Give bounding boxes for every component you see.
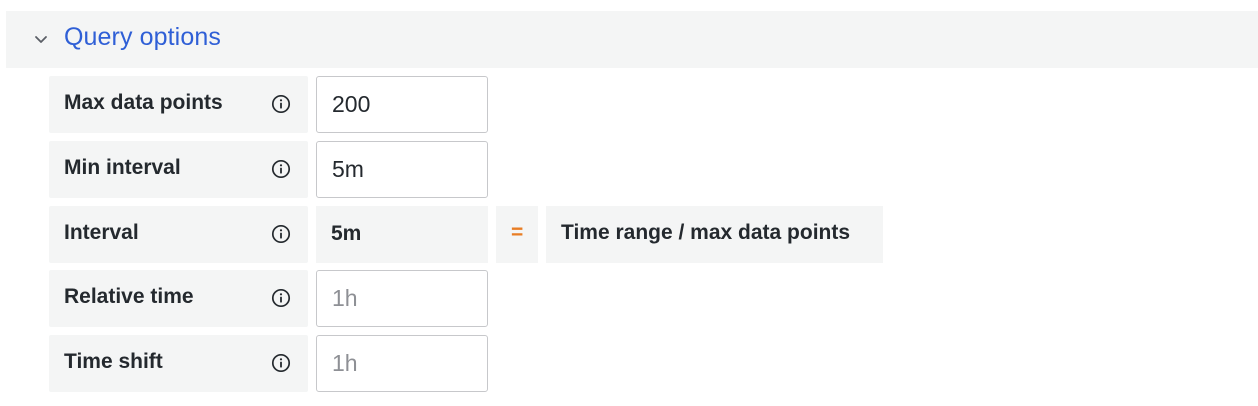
- equals-sign: =: [511, 221, 524, 244]
- interval-label-box: Interval: [49, 206, 308, 263]
- min-interval-label: Min interval: [64, 156, 181, 179]
- min-interval-label-box: Min interval: [49, 141, 308, 198]
- max-data-points-label-box: Max data points: [49, 76, 308, 133]
- interval-value-box: 5m: [316, 206, 488, 263]
- info-circle-icon[interactable]: [271, 94, 291, 114]
- info-circle-icon[interactable]: [271, 224, 291, 244]
- interval-value: 5m: [331, 222, 362, 245]
- max-data-points-input[interactable]: 200: [316, 76, 488, 133]
- relative-time-label: Relative time: [64, 285, 194, 308]
- time-shift-label: Time shift: [64, 350, 163, 373]
- interval-formula: Time range / max data points: [561, 221, 851, 244]
- min-interval-value: 5m: [332, 156, 364, 182]
- max-data-points-value: 200: [332, 91, 371, 117]
- section-title[interactable]: Query options: [64, 23, 221, 52]
- max-data-points-label: Max data points: [64, 91, 223, 114]
- info-circle-icon[interactable]: [271, 288, 291, 308]
- min-interval-input[interactable]: 5m: [316, 141, 488, 198]
- relative-time-placeholder: 1h: [332, 285, 358, 311]
- interval-formula-box: Time range / max data points: [546, 206, 883, 263]
- time-shift-label-box: Time shift: [49, 335, 308, 392]
- time-shift-placeholder: 1h: [332, 350, 358, 376]
- relative-time-label-box: Relative time: [49, 270, 308, 327]
- chevron-down-icon[interactable]: [33, 31, 49, 47]
- info-circle-icon[interactable]: [271, 159, 291, 179]
- interval-label: Interval: [64, 221, 139, 244]
- info-circle-icon[interactable]: [271, 353, 291, 373]
- equals-operator: =: [496, 206, 538, 263]
- relative-time-input[interactable]: 1h: [316, 270, 488, 327]
- query-options-header[interactable]: Query options: [6, 11, 1258, 68]
- time-shift-input[interactable]: 1h: [316, 335, 488, 392]
